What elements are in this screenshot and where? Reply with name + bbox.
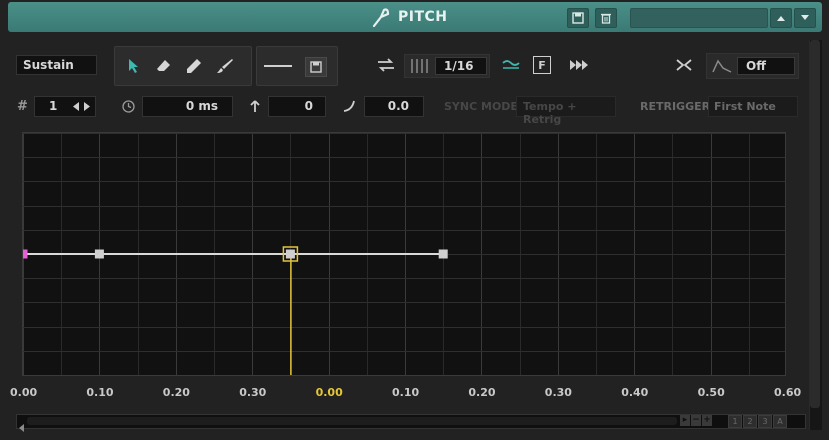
axis-tick-label: 0.60 [774, 386, 802, 399]
swap-arrows-icon [378, 58, 394, 72]
node-index-value: 1 [49, 99, 58, 113]
step-grid-control[interactable]: 1/16 [404, 54, 490, 78]
delete-preset-button[interactable] [595, 8, 617, 28]
envelope-graph[interactable] [22, 132, 786, 376]
axis-tick-label: 0.10 [392, 386, 420, 399]
preset-prev-button[interactable] [770, 8, 792, 28]
zoom-preset-button-3[interactable]: 3 [758, 415, 772, 428]
arrow-up-icon [777, 16, 785, 21]
axis-tick-label: 0.30 [544, 386, 572, 399]
section-title: PITCH [398, 9, 448, 25]
paintbrush-icon [217, 59, 233, 73]
start-node[interactable] [23, 249, 28, 259]
zoom-in-icon[interactable]: + [702, 415, 712, 426]
erase-tool-button[interactable] [153, 56, 175, 76]
sync-mode-label: SYNC MODE [444, 100, 518, 113]
envelope-node[interactable] [438, 249, 448, 259]
node-index-field[interactable]: 1 [34, 96, 96, 117]
time-field[interactable]: 0 ms [142, 96, 233, 117]
smooth-toggle-button[interactable] [500, 55, 522, 75]
grid-bars-icon [411, 59, 428, 73]
hash-icon: # [17, 99, 28, 114]
scroll-left-icon[interactable] [19, 417, 25, 432]
scroll-right-icon[interactable]: ▸ [680, 415, 690, 426]
line-shape-group [256, 46, 338, 86]
envelope-node[interactable] [94, 249, 104, 259]
wave-icon [502, 60, 520, 69]
envelope-shape-icon [712, 59, 732, 73]
pitch-envelope-editor: PITCH Sustain 1/16 F Off # 1 0 ms 0 0.0 … [0, 0, 829, 440]
fast-forward-button[interactable] [568, 55, 590, 75]
axis-tick-label: 0.10 [86, 386, 114, 399]
line-shape-button[interactable] [261, 56, 295, 76]
retrigger-select[interactable]: First Note [708, 96, 798, 117]
arrow-down-icon [801, 15, 809, 20]
section-header: PITCH [8, 2, 822, 32]
axis-tick-label: 0.20 [162, 386, 190, 399]
axis-tick-label: 0.30 [239, 386, 267, 399]
velocity-filter-control[interactable]: Off [706, 53, 799, 79]
scroll-thumb[interactable] [27, 417, 677, 425]
filter-off-field[interactable]: Off [737, 57, 795, 75]
prev-next-icon [73, 102, 90, 111]
save-shape-button[interactable] [305, 57, 327, 77]
tuning-fork-icon [372, 8, 390, 28]
save-icon [310, 61, 322, 73]
select-tool-button[interactable] [123, 56, 145, 76]
curve-field[interactable]: 0.0 [364, 96, 424, 117]
fixed-mode-button[interactable]: F [533, 56, 551, 74]
preset-name-field[interactable] [630, 8, 768, 28]
trash-icon [601, 13, 611, 24]
collapse-arrows-icon [676, 59, 692, 71]
axis-tick-label: 0.20 [468, 386, 496, 399]
axis-tick-label: 0.50 [697, 386, 725, 399]
axis-tick-label: 0.00 [10, 386, 38, 399]
step-value-field[interactable]: 1/16 [435, 57, 487, 75]
save-icon [572, 12, 584, 24]
pencil-icon [187, 59, 201, 73]
level-field[interactable]: 0 [268, 96, 326, 117]
envelope-mode-select[interactable]: Sustain [16, 55, 97, 75]
collapse-button[interactable] [674, 55, 694, 75]
retrigger-label: RETRIGGER [640, 100, 711, 113]
zoom-preset-button-2[interactable]: 2 [743, 415, 757, 428]
pencil-tool-button[interactable] [183, 56, 205, 76]
sustain-node[interactable] [285, 249, 295, 259]
edit-tools-group [114, 46, 252, 86]
envelope-graph-canvas[interactable] [23, 133, 785, 375]
curve-icon [341, 98, 357, 114]
sync-toggle-button[interactable] [376, 55, 396, 75]
vertical-scroll-thumb[interactable] [810, 40, 820, 408]
line-icon [264, 65, 292, 67]
axis-tick-label: 0.00 [315, 386, 343, 399]
paint-tool-button[interactable] [213, 56, 237, 76]
zoom-preset-button-1[interactable]: 1 [728, 415, 742, 428]
sync-mode-select[interactable]: Tempo + Retrig [516, 96, 616, 126]
axis-tick-label: 0.40 [621, 386, 649, 399]
clock-icon [120, 98, 136, 114]
eraser-icon [157, 60, 170, 71]
level-arrow-icon [247, 98, 263, 114]
fast-forward-icon [570, 60, 588, 70]
save-preset-button[interactable] [567, 8, 589, 28]
zoom-out-icon[interactable]: − [691, 415, 701, 426]
arrow-pointer-icon [129, 59, 138, 73]
preset-next-button[interactable] [794, 8, 816, 28]
zoom-preset-button-A[interactable]: A [773, 415, 787, 428]
